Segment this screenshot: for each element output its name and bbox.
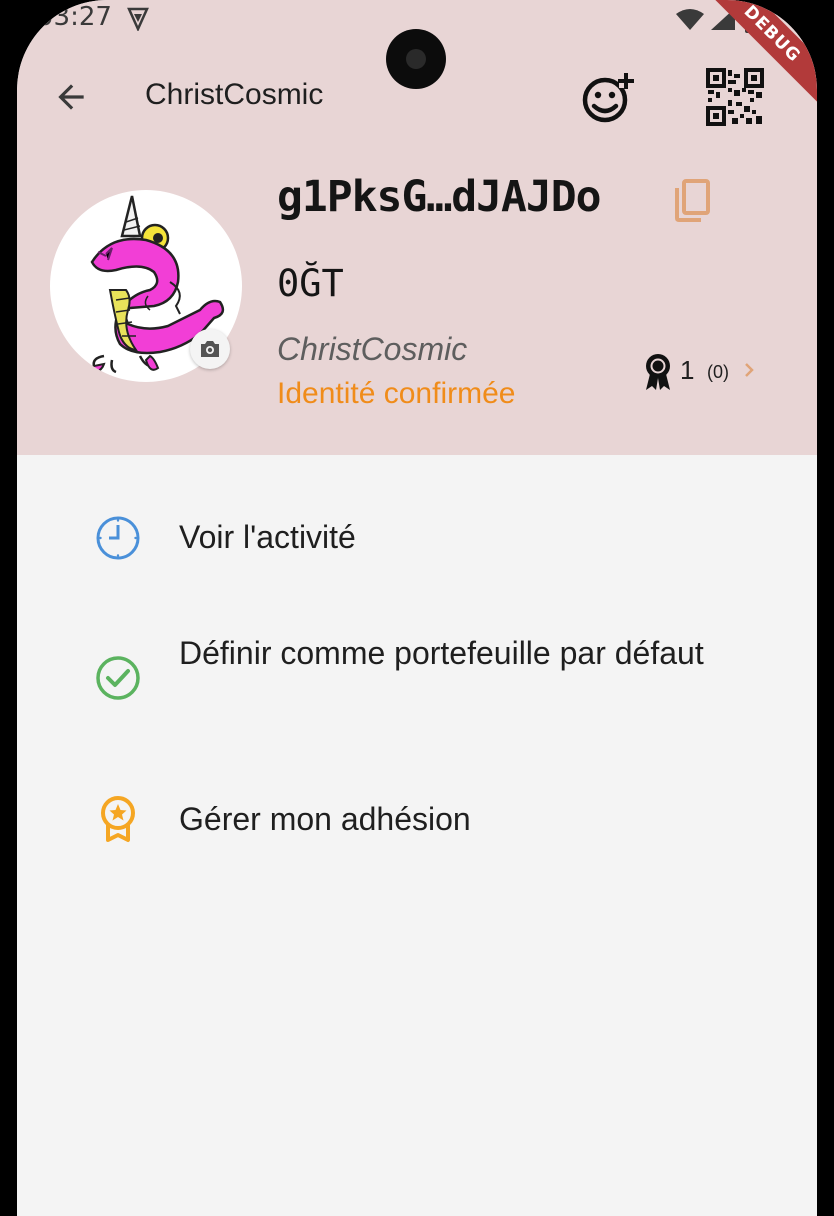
- front-camera: [386, 29, 446, 89]
- clock-icon: [95, 515, 141, 565]
- menu-item-set-default-wallet[interactable]: Définir comme portefeuille par défaut: [17, 629, 817, 725]
- certification-count: 1: [680, 355, 695, 385]
- menu-item-label: Voir l'activité: [179, 519, 356, 555]
- copy-icon[interactable]: [671, 178, 713, 228]
- wallet-balance: 0ĞT: [277, 262, 344, 305]
- change-photo-button[interactable]: [190, 329, 230, 369]
- certification-ribbon-icon: [642, 352, 674, 396]
- chevron-right-icon: [742, 360, 756, 384]
- appbar-title: ChristCosmic: [145, 78, 324, 111]
- back-arrow-icon[interactable]: [52, 78, 90, 120]
- username: ChristCosmic: [277, 331, 468, 367]
- menu-item-manage-membership[interactable]: Gérer mon adhésion: [17, 795, 817, 843]
- add-contact-icon[interactable]: [579, 70, 637, 132]
- menu-item-label: Définir comme portefeuille par défaut: [179, 635, 704, 671]
- status-time: 03:27: [37, 2, 112, 32]
- menu-item-view-activity[interactable]: Voir l'activité: [17, 513, 817, 561]
- check-circle-icon: [95, 655, 141, 705]
- menu-item-label: Gérer mon adhésion: [179, 801, 471, 837]
- certification-pending: (0): [707, 362, 729, 382]
- identity-status: Identité confirmée: [277, 377, 516, 410]
- wallet-address: g1PksG…dJAJDo: [277, 172, 602, 222]
- qr-code-icon[interactable]: [706, 68, 764, 130]
- wifi-icon: [675, 8, 705, 34]
- phone-screen: 03:27 DEBUG ChristCosmic g1PksG…dJAJDo 0…: [17, 0, 817, 1216]
- membership-badge-icon: [95, 795, 141, 847]
- camera-icon: [201, 341, 219, 357]
- vpn-icon: [127, 7, 149, 35]
